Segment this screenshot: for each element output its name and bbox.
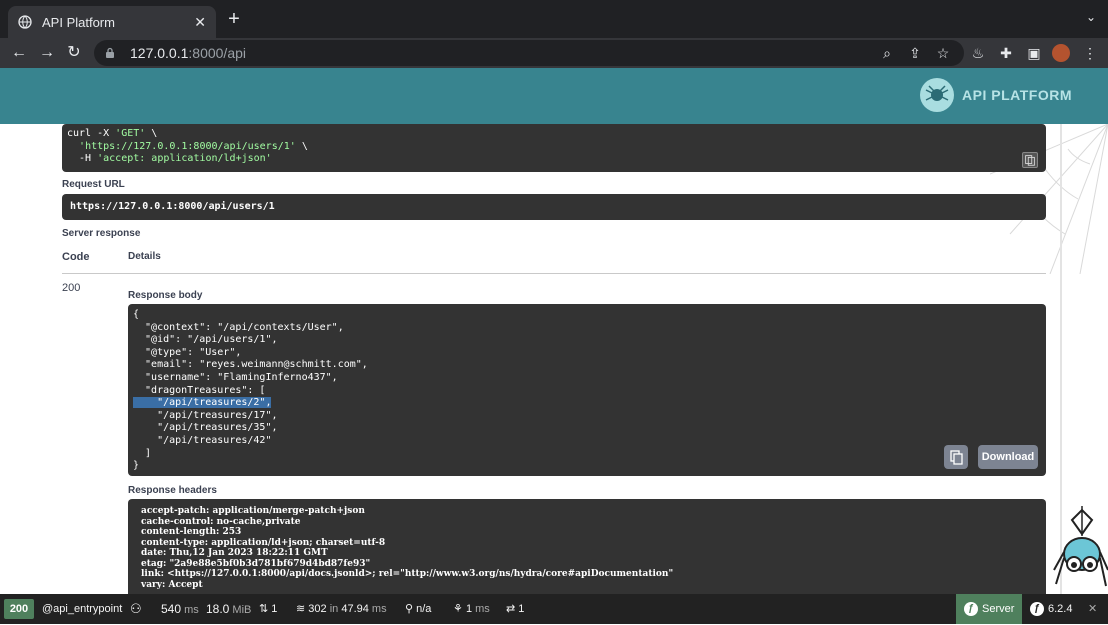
profile-avatar[interactable] [1052,44,1070,62]
toolbar-close-icon[interactable]: ✕ [1088,594,1097,624]
divider [62,273,1046,274]
flame-extension-icon[interactable]: ♨ [968,43,988,63]
browser-toolbar: ← → ↻ 127.0.0.1:8000/api ⌕ ⇪ ☆ ♨ ✚ ▣ ⋮ [0,38,1108,68]
twig-time[interactable]: ⚘ 1 ms [453,594,490,624]
status-badge[interactable]: 200 [4,599,34,619]
http-client[interactable]: ⇄ 1 [506,594,524,624]
layers-icon: ≋ [296,603,306,615]
response-headers-code[interactable]: accept-patch: application/merge-patch+js… [128,499,1046,594]
server-response-label: Server response [62,228,141,239]
requests-count[interactable]: ⇅ 1 [259,594,277,624]
share-icon[interactable]: ⇪ [905,43,925,63]
url-path: :8000/api [188,45,246,61]
exchange-arrows-icon: ⇄ [506,603,516,615]
route-name[interactable]: @api_entrypoint [42,594,122,624]
spider-logo-icon [920,78,955,112]
browser-tab[interactable]: API Platform ✕ [8,6,216,38]
browser-tab-bar: API Platform ✕ + ⌄ [0,0,1108,38]
globe-icon [18,15,32,29]
security-user[interactable]: ⚲ n/a [405,594,431,624]
back-arrow-icon[interactable]: ← [8,42,30,64]
reload-icon[interactable]: ↻ [63,42,85,64]
ajax-icon: ⚇ [130,601,142,616]
copy-curl-icon[interactable] [1022,152,1038,168]
side-panel-icon[interactable]: ▣ [1024,43,1044,63]
response-body-code[interactable]: { "@context": "/api/contexts/User", "@id… [128,304,1046,476]
memory-usage[interactable]: 18.0 MiB [206,594,251,624]
response-code: 200 [62,282,81,294]
server-button[interactable]: ƒ Server [956,594,1022,624]
symfony-debug-toolbar: 200 @api_entrypoint ⚇ 540 ms 18.0 MiB ⇅ … [0,594,1108,624]
symfony-logo-icon: ƒ [1030,602,1044,617]
url-host: 127.0.0.1 [130,45,189,61]
new-tab-button[interactable]: + [224,8,244,32]
spider-mascot-icon [1053,506,1108,587]
curl-command-box[interactable]: curl -X 'GET' \ 'https://127.0.0.1:8000/… [62,124,1046,172]
request-url-label: Request URL [62,179,125,190]
bookmark-star-icon[interactable]: ☆ [933,43,953,63]
cache-stats[interactable]: ≋ 302 in 47.94 ms [296,594,387,624]
lock-icon [106,47,114,58]
extensions-puzzle-icon[interactable]: ✚ [996,43,1016,63]
menu-dots-icon[interactable]: ⋮ [1080,43,1100,63]
tab-search-chevron-icon[interactable]: ⌄ [1086,10,1096,24]
arrows-updown-icon: ⇅ [259,603,269,615]
request-time[interactable]: 540 ms [161,594,199,624]
response-headers-label: Response headers [128,485,217,496]
user-icon: ⚲ [405,603,414,615]
tab-close-icon[interactable]: ✕ [194,14,206,31]
zoom-icon[interactable]: ⌕ [877,43,897,63]
details-column-header: Details [128,251,161,262]
address-bar[interactable]: 127.0.0.1:8000/api [94,40,964,66]
api-platform-header: API PLATFORM [0,68,1108,124]
twig-icon: ⚘ [453,603,463,615]
response-body-label: Response body [128,290,203,301]
tab-title: API Platform [42,14,115,30]
api-platform-logo[interactable]: API PLATFORM [920,78,1072,112]
swagger-response-panel: curl -X 'GET' \ 'https://127.0.0.1:8000/… [0,124,1060,594]
logo-text: API PLATFORM [962,87,1072,103]
symfony-icon: ƒ [964,602,978,617]
request-url-value[interactable]: https://127.0.0.1:8000/api/users/1 [62,194,1046,220]
copy-response-icon[interactable] [944,445,968,469]
download-button[interactable]: Download [978,445,1038,469]
forward-arrow-icon[interactable]: → [36,42,58,64]
selected-text: "/api/treasures/2", [133,397,272,409]
code-column-header: Code [62,251,90,263]
symfony-version[interactable]: ƒ 6.2.4 [1030,594,1072,624]
